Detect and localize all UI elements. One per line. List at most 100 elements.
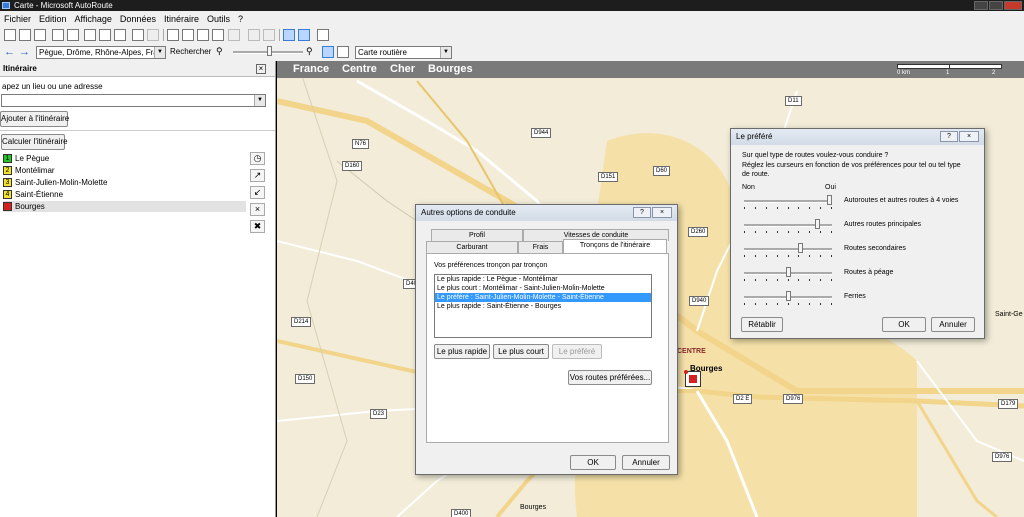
menu-fichier[interactable]: Fichier [0,14,35,24]
fastest-button[interactable]: Le plus rapide [434,344,490,359]
slider-label: Ferries [844,293,866,300]
my-roads-button[interactable]: Vos routes préférées... [568,370,652,385]
minimize-button[interactable] [974,1,988,10]
ok-button[interactable]: OK [570,455,616,470]
ok-button[interactable]: OK [882,317,926,332]
copy-icon[interactable] [99,29,111,41]
gps-track-icon[interactable] [263,29,275,41]
help-icon[interactable] [317,29,329,41]
shortest-button[interactable]: Le plus court [493,344,549,359]
slider-thumb[interactable] [815,219,820,229]
chevron-down-icon[interactable]: ▼ [440,47,451,58]
back-arrow-icon[interactable]: ← [4,46,15,58]
slider-thumb[interactable] [827,195,832,205]
car-icon[interactable] [197,29,209,41]
slider-thumb[interactable] [786,291,791,301]
map-style-combo[interactable]: Carte routière ▼ [355,46,452,59]
list-item[interactable]: Bourges [3,201,246,212]
calculate-route-button[interactable]: Calculer l'itinéraire [1,134,68,150]
print-icon[interactable] [52,29,64,41]
menu-help[interactable]: ? [234,14,247,24]
route-pane-icon[interactable] [283,29,295,41]
zoom-slider[interactable] [233,46,303,60]
cancel-button[interactable]: Annuler [622,455,670,470]
slider-thumb[interactable] [786,267,791,277]
driving-options-dialog: Autres options de conduite ? × Profil Vi… [415,204,678,475]
route-planner-icon[interactable] [182,29,194,41]
slider-secondaires[interactable] [744,243,832,257]
list-item[interactable]: 3 Saint-Julien-Molin-Molette [3,177,246,188]
stop-label: Bourges [15,202,45,211]
road-label: D2 E [733,394,753,404]
list-item[interactable]: Le préféré : Saint-Julien-Molin-Molette … [435,293,651,302]
tab-profil[interactable]: Profil [431,229,523,241]
save-icon[interactable] [34,29,46,41]
tab-carburant[interactable]: Carburant [426,241,518,253]
location-combo[interactable]: Pègue, Drôme, Rhône-Alpes, France ▼ [36,46,166,59]
address-input[interactable]: ▼ [1,94,266,107]
move-up-icon[interactable]: ↗ [250,169,265,182]
schedule-icon[interactable]: ◷ [250,152,265,165]
city-label-bourges-bottom: Bourges [520,504,547,511]
gps-icon[interactable] [248,29,260,41]
zoom-in-icon[interactable]: ⚲ [306,46,313,57]
slider-ferries[interactable] [744,291,832,305]
slider-thumb[interactable] [798,243,803,253]
new-icon[interactable] [4,29,16,41]
list-item[interactable]: Le plus rapide : Le Pègue - Montélimar [435,275,651,284]
maximize-button[interactable] [989,1,1003,10]
select-pointer-icon[interactable] [322,46,334,58]
stop-label: Saint-Julien-Molin-Molette [15,178,108,187]
locator-map-icon[interactable] [298,29,310,41]
remove-stop-icon[interactable]: × [250,203,265,216]
list-item[interactable]: 2 Montélimar [3,165,246,176]
breadcrumb-centre[interactable]: Centre [342,63,377,75]
avoid-area-icon[interactable]: ✖ [250,220,265,233]
forward-arrow-icon[interactable]: → [19,46,30,58]
menu-itineraire[interactable]: Itinéraire [160,14,203,24]
menu-edition[interactable]: Edition [35,14,71,24]
list-item[interactable]: 4 Saint-Étienne [3,189,246,200]
chevron-down-icon[interactable]: ▼ [254,95,265,106]
menu-outils[interactable]: Outils [203,14,234,24]
slider-peage[interactable] [744,267,832,281]
add-to-itinerary-button[interactable]: Ajouter à l'itinéraire [0,111,69,127]
segments-list[interactable]: Le plus rapide : Le Pègue - Montélimar L… [434,274,652,338]
slider-principales[interactable] [744,219,832,233]
info-icon[interactable] [212,29,224,41]
slider-autoroutes[interactable] [744,195,832,209]
open-icon[interactable] [19,29,31,41]
pushpin-icon[interactable] [228,29,240,41]
undo-icon[interactable] [132,29,144,41]
close-window-button[interactable] [1004,1,1022,10]
directions-icon[interactable] [167,29,179,41]
chevron-down-icon[interactable]: ▼ [154,47,165,58]
list-item[interactable]: Le plus rapide : Saint-Étienne - Bourges [435,302,651,311]
reset-button[interactable]: Rétablir [741,317,783,332]
zoom-out-icon[interactable]: ⚲ [216,46,223,57]
menu-donnees[interactable]: Données [116,14,160,24]
cancel-button[interactable]: Annuler [931,317,975,332]
help-icon[interactable]: ? [633,207,651,218]
list-item[interactable]: Le plus court : Montélimar - Saint-Julie… [435,284,651,293]
tab-troncons[interactable]: Tronçons de l'itinéraire [563,239,667,253]
breadcrumb-cher[interactable]: Cher [390,63,415,75]
pan-hand-icon[interactable] [337,46,349,58]
search-button[interactable]: Rechercher [170,47,211,56]
close-panel-icon[interactable]: × [256,64,266,74]
close-icon[interactable]: × [959,131,979,142]
help-icon[interactable]: ? [940,131,958,142]
paste-icon[interactable] [114,29,126,41]
move-down-icon[interactable]: ↙ [250,186,265,199]
breadcrumb-bourges[interactable]: Bourges [428,63,473,75]
cut-icon[interactable] [84,29,96,41]
close-icon[interactable]: × [652,207,672,218]
print-preview-icon[interactable] [67,29,79,41]
breadcrumb-france[interactable]: France [293,63,329,75]
list-item[interactable]: 1 Le Pègue [3,153,246,164]
tab-frais[interactable]: Frais [518,241,563,253]
preferred-button[interactable]: Le préféré [552,344,602,359]
redo-icon[interactable] [147,29,159,41]
menu-affichage[interactable]: Affichage [71,14,116,24]
question-text: Sur quel type de routes voulez-vous cond… [742,152,889,159]
